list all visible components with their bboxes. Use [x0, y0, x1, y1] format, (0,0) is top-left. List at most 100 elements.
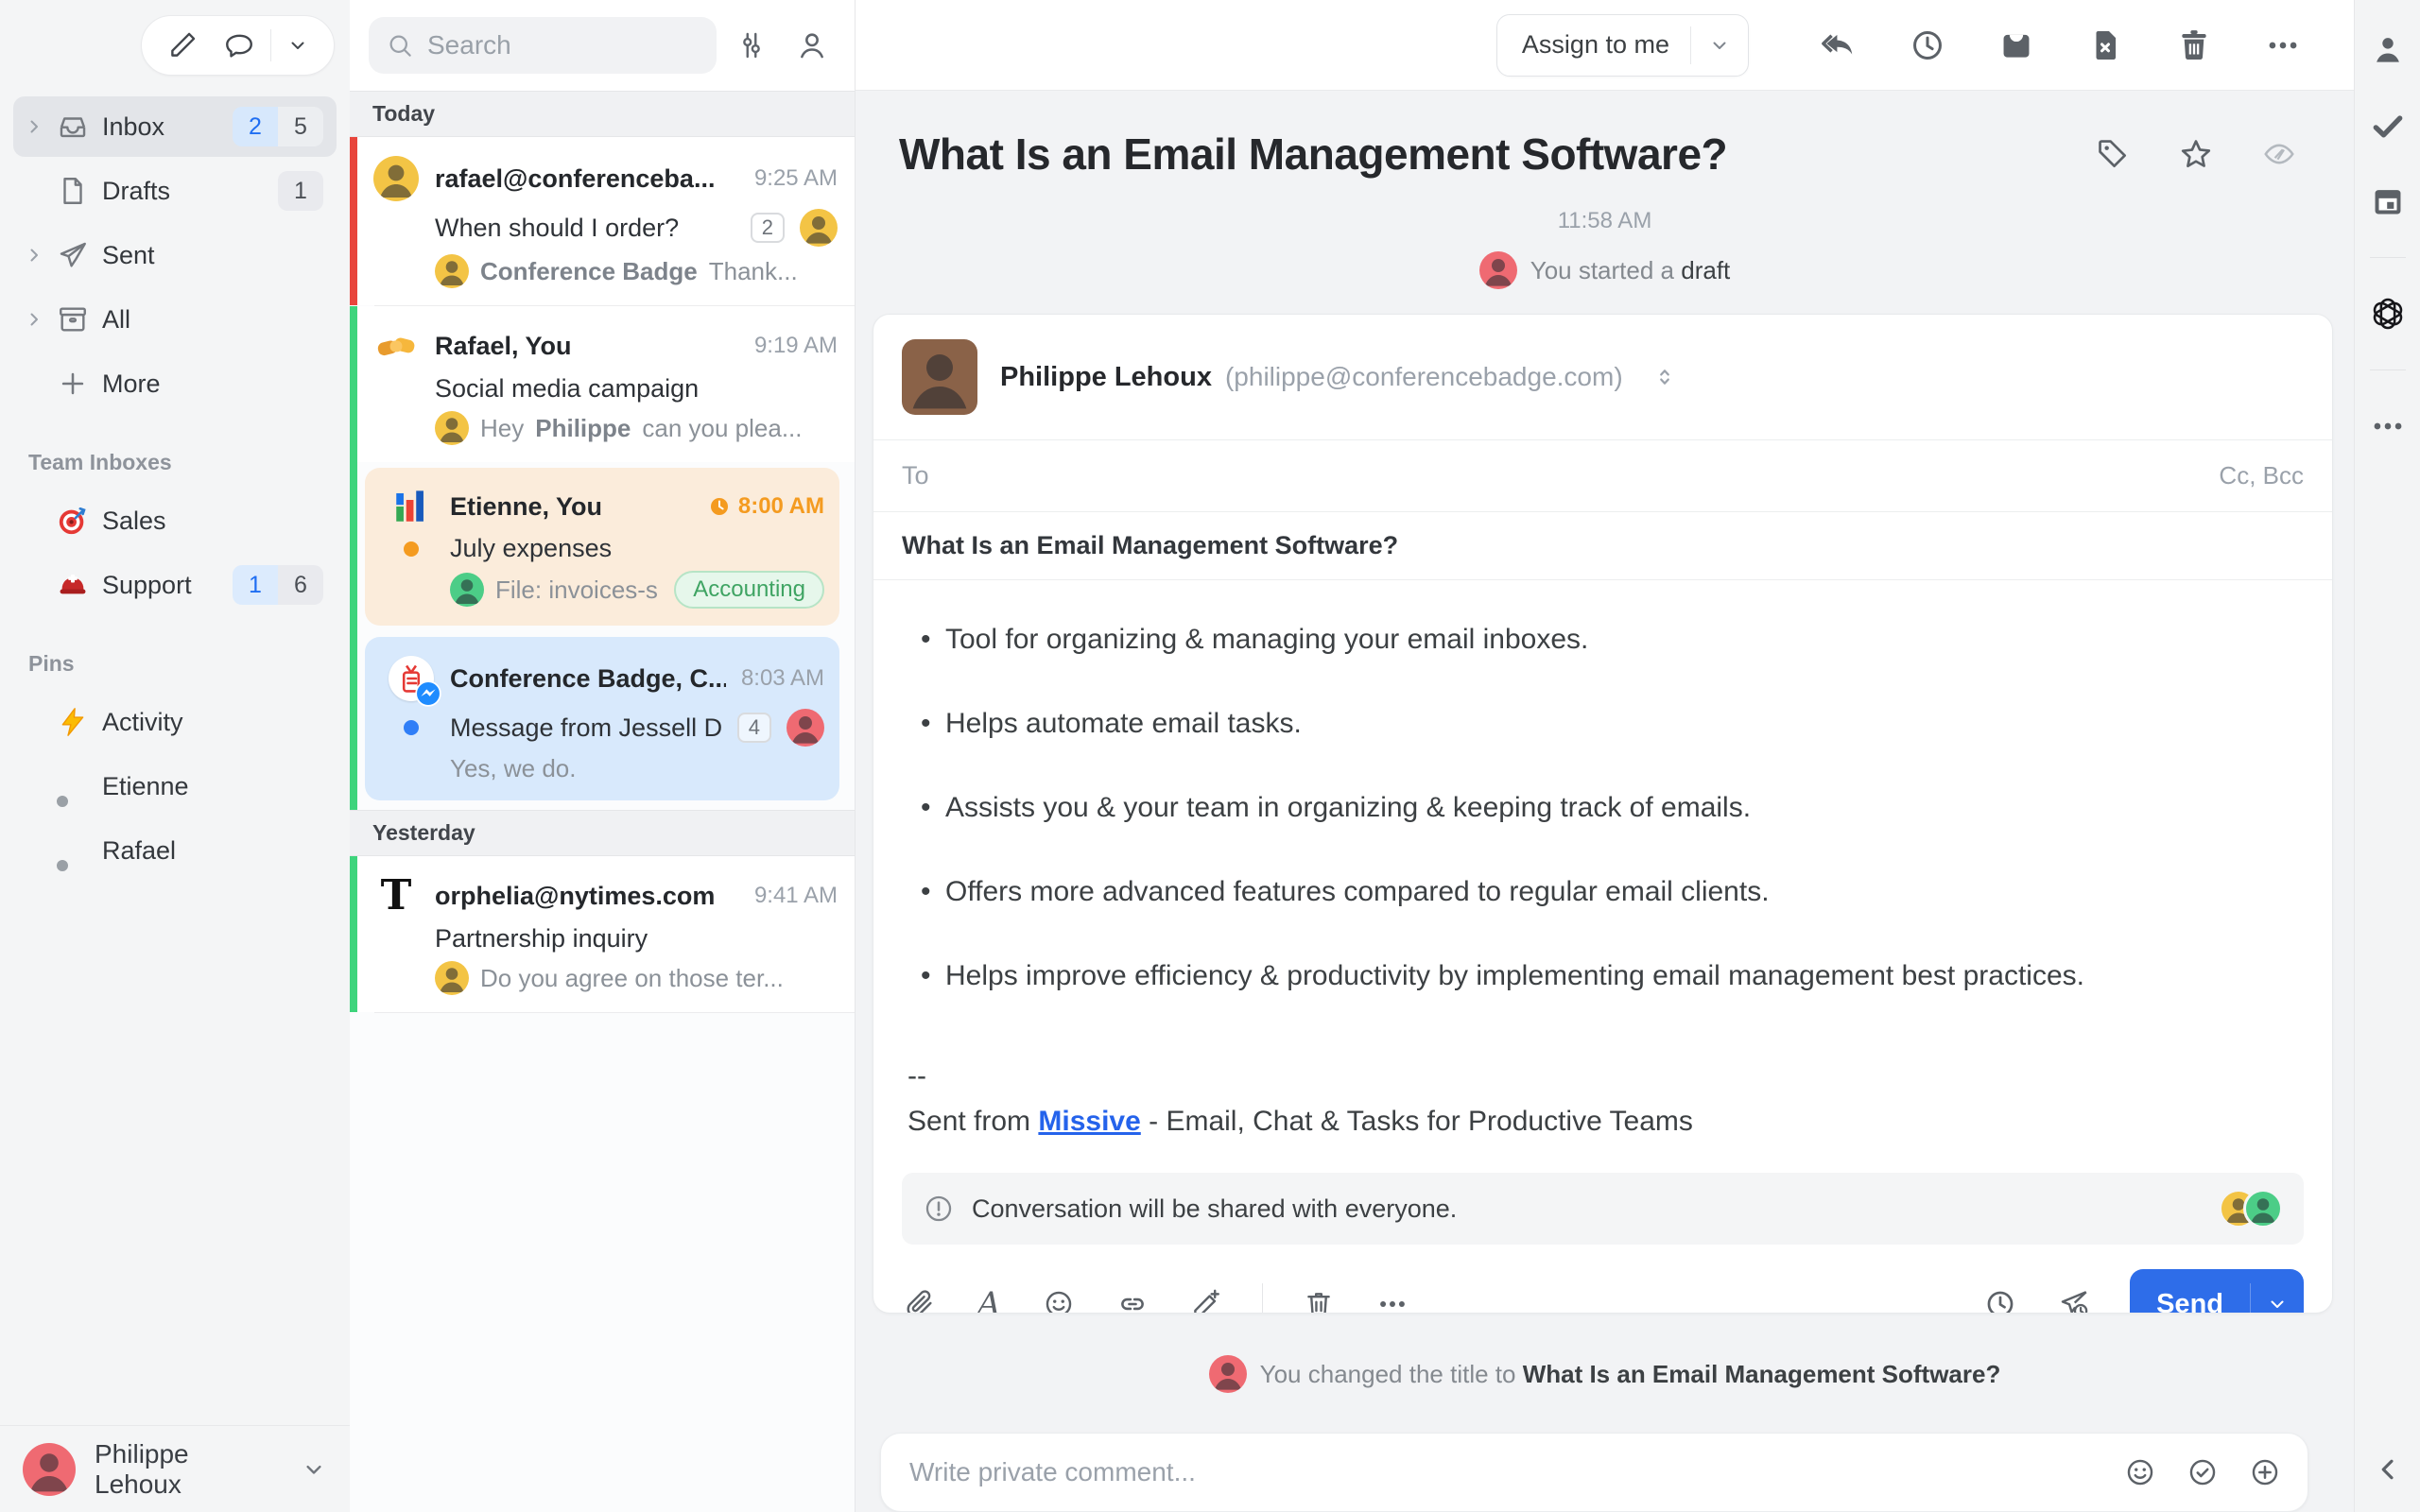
helmet-icon	[57, 569, 102, 601]
emoji-button[interactable]	[1041, 1286, 1077, 1314]
search-input[interactable]	[369, 17, 717, 74]
archive-box-icon	[57, 303, 102, 335]
compose-button-group	[141, 15, 335, 76]
delete-draft-button[interactable]	[1301, 1286, 1337, 1314]
missive-link[interactable]: Missive	[1038, 1106, 1140, 1137]
snippet: Yes, we do.	[450, 754, 576, 783]
openai-integration-button[interactable]	[2368, 294, 2408, 334]
email-body-editor[interactable]: Tool for organizing & managing your emai…	[873, 579, 2332, 1048]
time: 9:25 AM	[754, 165, 838, 192]
pen-plus-icon	[1190, 1288, 1222, 1314]
more-integrations-button[interactable]	[2368, 406, 2408, 446]
format-a-icon: A	[977, 1288, 1001, 1314]
group-label-today: Today	[350, 91, 855, 137]
junk-button[interactable]	[2083, 24, 2127, 67]
snippet-prefix: Hey	[480, 414, 524, 443]
sidebar-item-support[interactable]: Support 16	[13, 555, 337, 615]
attach-button[interactable]	[902, 1286, 938, 1314]
ellipsis-icon	[2265, 27, 2301, 63]
assignee-filter-button[interactable]	[786, 20, 838, 71]
sidebar-item-activity[interactable]: Activity	[13, 692, 337, 752]
user-menu[interactable]: Philippe Lehoux	[0, 1425, 350, 1512]
thread-title[interactable]: What Is an Email Management Software?	[899, 129, 2049, 180]
filter-button[interactable]	[726, 20, 777, 71]
divider	[1262, 1283, 1263, 1314]
send-options-button[interactable]	[2250, 1283, 2304, 1314]
ellipsis-icon	[2370, 408, 2406, 444]
sidebar-item-sales[interactable]: Sales	[13, 490, 337, 551]
conversation-item-snoozed[interactable]: Etienne, You 8:00 AM July expenses File:…	[350, 462, 855, 631]
comment-add-button[interactable]	[2247, 1454, 2283, 1490]
text-format-button[interactable]: A	[976, 1286, 1003, 1314]
archive-button[interactable]	[1995, 24, 2038, 67]
to-field[interactable]: To Cc, Bcc	[873, 439, 2332, 511]
compose-options-button[interactable]	[277, 30, 319, 60]
signature-button[interactable]	[1188, 1286, 1224, 1314]
trash-button[interactable]	[2172, 24, 2216, 67]
subject-field[interactable]: What Is an Email Management Software?	[873, 511, 2332, 579]
cc-bcc-toggle[interactable]: Cc, Bcc	[2219, 461, 2304, 490]
label-button[interactable]	[2091, 132, 2135, 176]
mark-unseen-button[interactable]	[2257, 132, 2301, 176]
conversation-item[interactable]: rafael@conferenceba... 9:25 AM When shou…	[350, 137, 855, 305]
right-sidebar	[2354, 0, 2420, 1512]
reply-all-button[interactable]	[1817, 24, 1860, 67]
sender: orphelia@nytimes.com	[435, 882, 739, 911]
contact-panel-button[interactable]	[2368, 30, 2408, 70]
draft-email-card: Philippe Lehoux(philippe@conferencebadge…	[873, 314, 2333, 1314]
send-button[interactable]: Send	[2130, 1289, 2250, 1314]
ellipsis-icon	[1376, 1288, 1409, 1314]
unread-bar	[350, 137, 357, 305]
bullet-item: Offers more advanced features compared t…	[908, 870, 2269, 913]
time: 8:00 AM	[738, 493, 824, 520]
assign-to-me-button[interactable]: Assign to me	[1497, 30, 1690, 60]
list-header	[350, 0, 855, 91]
conversation-item[interactable]: T orphelia@nytimes.com 9:41 AM Partnersh…	[350, 856, 855, 1012]
sender: Rafael, You	[435, 332, 739, 361]
chevron-right-icon[interactable]	[23, 308, 57, 331]
from-row[interactable]: Philippe Lehoux(philippe@conferencebadge…	[873, 315, 2332, 439]
sidebar-item-all[interactable]: All	[13, 289, 337, 350]
snippet: Thank...	[709, 257, 798, 286]
bullet-list: Tool for organizing & managing your emai…	[908, 618, 2294, 997]
insert-link-button[interactable]	[1115, 1286, 1150, 1314]
sender-avatar	[902, 339, 977, 415]
more-compose-button[interactable]	[1374, 1286, 1410, 1314]
conversation-item[interactable]: Rafael, You 9:19 AM Social media campaig…	[350, 306, 855, 462]
assign-options-button[interactable]	[1691, 34, 1748, 57]
account-switch-icon[interactable]	[1651, 364, 1678, 390]
user-name: Philippe Lehoux	[95, 1439, 282, 1500]
eye-off-icon	[2261, 136, 2297, 172]
chevron-right-icon[interactable]	[23, 115, 57, 138]
unread-count-badge: 2	[233, 107, 278, 146]
sender: Etienne, You	[450, 492, 693, 522]
compose-chat-button[interactable]	[214, 26, 265, 65]
snooze-button[interactable]	[1906, 24, 1949, 67]
sidebar-item-sent[interactable]: Sent	[13, 225, 337, 285]
presence-dot	[53, 856, 72, 875]
tasks-panel-button[interactable]	[2368, 106, 2408, 146]
sidebar-item-more[interactable]: More	[13, 353, 337, 414]
more-actions-button[interactable]	[2261, 24, 2305, 67]
sidebar-item-label: Sent	[102, 241, 323, 270]
sidebar-item-inbox[interactable]: Inbox 25	[13, 96, 337, 157]
private-comment-input[interactable]	[909, 1457, 2122, 1487]
calendar-panel-button[interactable]	[2368, 181, 2408, 221]
clock-icon	[1910, 27, 1945, 63]
plus-circle-icon	[2249, 1456, 2281, 1488]
avatar	[1209, 1355, 1247, 1393]
sidebar-item-rafael[interactable]: Rafael	[13, 820, 337, 881]
comment-emoji-button[interactable]	[2122, 1454, 2158, 1490]
sidebar-item-drafts[interactable]: Drafts 1	[13, 161, 337, 221]
compose-email-button[interactable]	[157, 26, 208, 65]
chevron-right-icon[interactable]	[23, 244, 57, 266]
scheduled-send-button[interactable]	[2056, 1286, 2092, 1314]
label-tag[interactable]: Accounting	[674, 571, 824, 609]
sidebar-item-etienne[interactable]: Etienne	[13, 756, 337, 816]
collapse-panel-button[interactable]	[2368, 1450, 2408, 1489]
chevron-down-icon	[2266, 1293, 2289, 1314]
comment-task-button[interactable]	[2185, 1454, 2221, 1490]
conversation-item-selected[interactable]: Conference Badge, C... 8:03 AM Message f…	[350, 631, 855, 810]
star-button[interactable]	[2174, 132, 2218, 176]
send-later-button[interactable]	[1982, 1286, 2018, 1314]
